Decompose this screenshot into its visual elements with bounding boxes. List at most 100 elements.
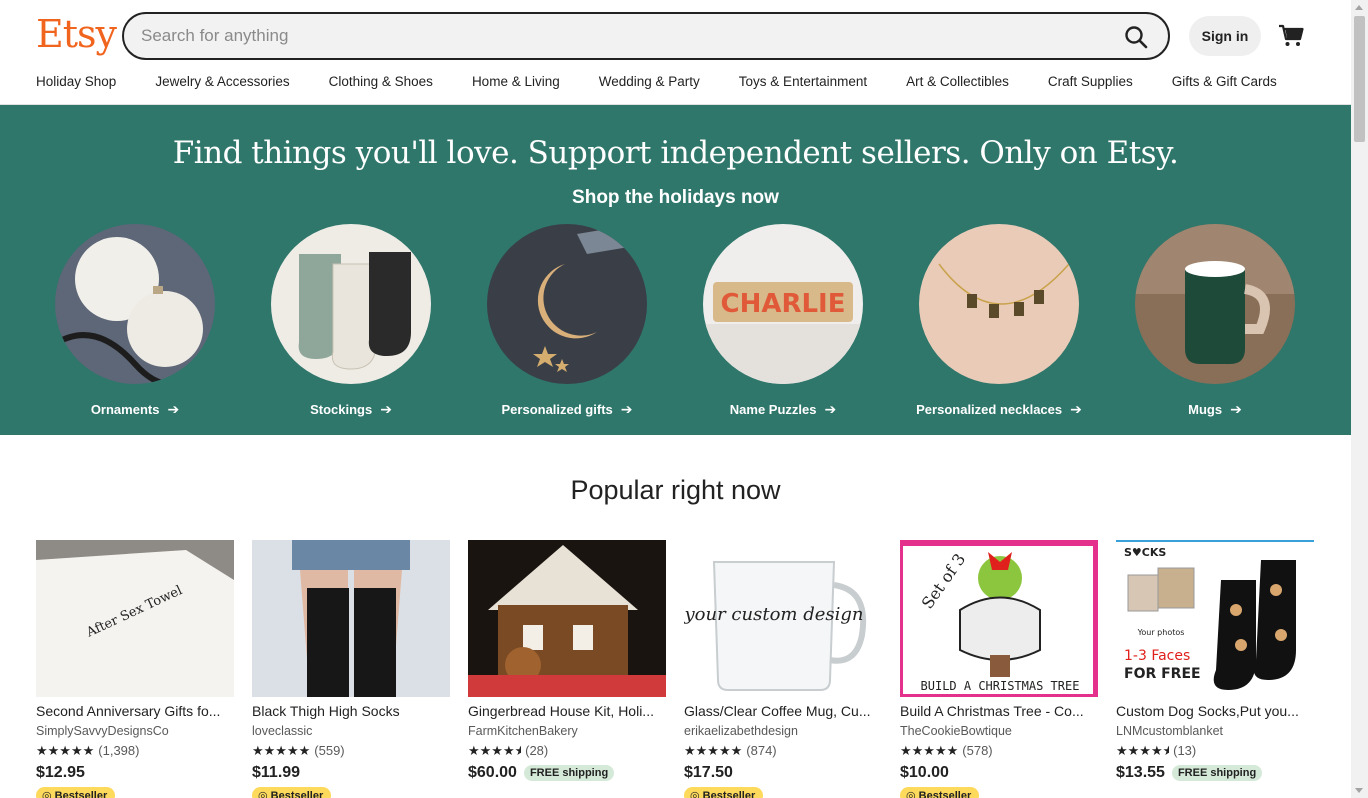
popular-title: Popular right now xyxy=(570,475,781,505)
socks-photos-text: Your photos xyxy=(1137,628,1185,637)
puzzle-text: CHARLIE xyxy=(721,289,846,319)
product-price: $11.99 xyxy=(252,764,301,781)
search-icon[interactable] xyxy=(1122,23,1150,51)
shop-name[interactable]: FarmKitchenBakery xyxy=(468,724,666,738)
category-nav: Holiday Shop Jewelry & Accessories Clothin… xyxy=(36,74,1316,96)
bestseller-badge: ◎ Bestseller xyxy=(900,787,980,798)
category-mugs[interactable]: Mugs ➔ xyxy=(1115,224,1315,418)
product-rating: ★★★★★ (874) xyxy=(684,743,882,759)
product-price: $17.50 xyxy=(684,764,733,781)
product-title[interactable]: Black Thigh High Socks xyxy=(252,703,450,719)
arrow-right-icon: ➔ xyxy=(167,401,180,417)
star-icon: ★★★★★ xyxy=(468,743,522,758)
award-icon: ◎ xyxy=(906,790,919,798)
award-icon: ◎ xyxy=(42,790,55,798)
review-count: (559) xyxy=(314,743,345,758)
review-count: (874) xyxy=(746,743,777,758)
sign-in-button[interactable]: Sign in xyxy=(1189,16,1261,56)
star-icon: ★★★★★ xyxy=(36,743,95,758)
nav-item[interactable]: Craft Supplies xyxy=(1048,74,1133,96)
product-card[interactable]: your custom design Glass/Clear Coffee Mu… xyxy=(684,540,882,798)
product-price: $13.55 xyxy=(1116,764,1165,781)
nav-item[interactable]: Gifts & Gift Cards xyxy=(1172,74,1277,96)
nav-item[interactable]: Wedding & Party xyxy=(599,74,700,96)
category-label: Mugs xyxy=(1188,402,1223,417)
name-puzzles-image: CHARLIE xyxy=(703,224,863,384)
nav-item[interactable]: Home & Living xyxy=(472,74,560,96)
product-card[interactable]: After Sex Towel Second Anniversary Gifts… xyxy=(36,540,234,798)
badge-label: Bestseller xyxy=(54,790,108,798)
product-rating: ★★★★★(13) xyxy=(1116,743,1314,759)
product-title[interactable]: Glass/Clear Coffee Mug, Cu... xyxy=(684,703,882,719)
category-label: Personalized necklaces xyxy=(916,402,1063,417)
scroll-down-icon[interactable] xyxy=(1355,788,1363,793)
star-icon: ★★★★★ xyxy=(1116,743,1170,758)
arrow-right-icon: ➔ xyxy=(620,401,633,417)
mugs-image xyxy=(1135,224,1295,384)
nav-item[interactable]: Toys & Entertainment xyxy=(739,74,867,96)
nav-item[interactable]: Art & Collectibles xyxy=(906,74,1009,96)
page-scrollbar[interactable] xyxy=(1351,0,1368,798)
award-icon: ◎ xyxy=(258,790,271,798)
socks-brand-text: S♥CKS xyxy=(1124,546,1166,559)
category-stockings[interactable]: Stockings ➔ xyxy=(251,224,451,418)
etsy-logo[interactable]: Etsy xyxy=(36,12,117,56)
product-rating: ★★★★★(28) xyxy=(468,743,666,759)
product-title[interactable]: Custom Dog Socks,Put you... xyxy=(1116,703,1314,719)
free-shipping-badge: FREE shipping xyxy=(1171,765,1263,781)
socks-faces-text: 1-3 Faces xyxy=(1124,648,1190,664)
product-title[interactable]: Second Anniversary Gifts fo... xyxy=(36,703,234,719)
bestseller-badge: ◎ Bestseller xyxy=(684,787,764,798)
bestseller-badge: ◎ Bestseller xyxy=(252,787,332,798)
product-image xyxy=(468,540,666,697)
arrow-right-icon: ➔ xyxy=(380,401,392,417)
search-bar[interactable] xyxy=(122,12,1170,60)
shop-name[interactable]: LNMcustomblanket xyxy=(1116,724,1314,738)
product-card[interactable]: S♥CKS Your photos 1-3 Faces FOR FREE Custom… xyxy=(1116,540,1314,782)
bestseller-badge: ◎ Bestseller xyxy=(36,787,116,798)
product-price: $10.00 xyxy=(900,764,949,781)
category-personalized-necklaces[interactable]: Personalized necklaces ➔ xyxy=(899,224,1099,418)
category-label: Name Puzzles xyxy=(729,402,817,417)
product-card[interactable]: Gingerbread House Kit, Holi... FarmKitch… xyxy=(468,540,666,782)
nav-item[interactable]: Clothing & Shoes xyxy=(329,74,433,96)
hero-subtitle: Shop the holidays now xyxy=(572,187,779,208)
category-label: Ornaments xyxy=(90,402,160,417)
category-label: Personalized gifts xyxy=(501,402,613,417)
category-ornaments[interactable]: Ornaments ➔ xyxy=(35,224,235,418)
category-personalized-gifts[interactable]: Personalized gifts ➔ xyxy=(467,224,667,418)
shop-name[interactable]: TheCookieBowtique xyxy=(900,724,1098,738)
product-card[interactable]: Set of 3 BUILD A CHRISTMAS TREE Build A C… xyxy=(900,540,1098,798)
shop-name[interactable]: SimplySavvyDesignsCo xyxy=(36,724,234,738)
review-count: (28) xyxy=(525,743,549,758)
shop-name[interactable]: erikaelizabethdesign xyxy=(684,724,882,738)
search-input[interactable] xyxy=(141,14,1101,58)
product-title[interactable]: Build A Christmas Tree - Co... xyxy=(900,703,1098,719)
product-image: S♥CKS Your photos 1-3 Faces FOR FREE xyxy=(1116,540,1314,697)
nav-item[interactable]: Jewelry & Accessories xyxy=(155,74,289,96)
mug-text: your custom design xyxy=(684,604,863,625)
tree-build-text: BUILD A CHRISTMAS TREE xyxy=(921,679,1080,693)
product-rating: ★★★★★ (1,398) xyxy=(36,743,234,759)
product-price: $12.95 xyxy=(36,764,85,781)
scrollbar-thumb[interactable] xyxy=(1354,16,1365,142)
category-name-puzzles[interactable]: CHARLIE Name Puzzles ➔ xyxy=(683,224,883,418)
product-title[interactable]: Gingerbread House Kit, Holi... xyxy=(468,703,666,719)
nav-item[interactable]: Holiday Shop xyxy=(36,74,116,96)
stockings-image xyxy=(271,224,431,384)
badge-label: Bestseller xyxy=(270,790,324,798)
scroll-up-icon[interactable] xyxy=(1355,5,1363,10)
award-icon: ◎ xyxy=(690,790,703,798)
badge-label: Bestseller xyxy=(702,790,756,798)
cart-icon[interactable] xyxy=(1276,20,1306,50)
product-card[interactable]: Black Thigh High Socks loveclassic ★★★★★… xyxy=(252,540,450,798)
star-icon: ★★★★★ xyxy=(684,743,743,758)
product-rating: ★★★★★ (559) xyxy=(252,743,450,759)
star-icon: ★★★★★ xyxy=(900,743,959,758)
personalized-gifts-image xyxy=(487,224,647,384)
ornaments-image xyxy=(55,224,215,384)
shop-name[interactable]: loveclassic xyxy=(252,724,450,738)
hero-banner: Find things you'll love. Support indepen… xyxy=(0,105,1351,435)
category-label: Stockings xyxy=(310,402,373,417)
product-image xyxy=(252,540,450,697)
